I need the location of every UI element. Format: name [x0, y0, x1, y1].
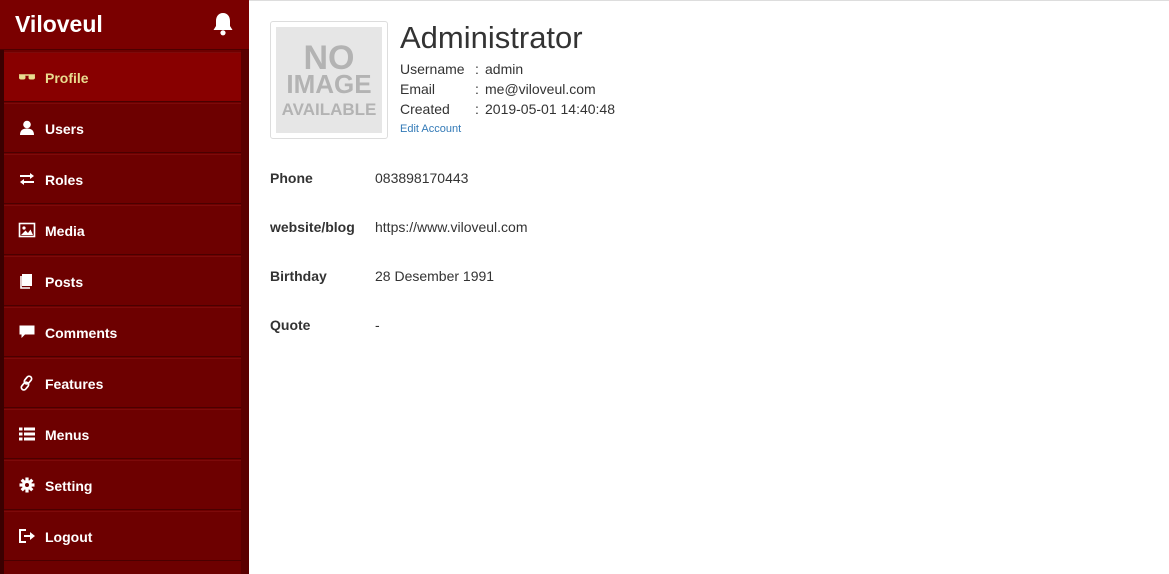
brand-bar: Viloveul	[0, 0, 249, 50]
sidebar-item-posts[interactable]: Posts	[4, 256, 241, 306]
meta-label: Created	[400, 101, 450, 117]
user-icon	[18, 120, 36, 136]
sidebar-item-label: Setting	[45, 478, 93, 494]
meta-separator: :	[475, 61, 479, 77]
image-icon	[18, 222, 36, 238]
book-icon	[18, 273, 36, 289]
avatar-text-line-2: IMAGE	[286, 69, 371, 99]
comment-icon	[18, 324, 36, 340]
sidebar-menu: Profile Users Roles Media Posts Comments…	[4, 52, 241, 562]
sidebar-item-label: Comments	[45, 325, 118, 341]
glasses-icon	[18, 69, 36, 85]
meta-label: Email	[400, 81, 436, 97]
logout-icon	[18, 528, 36, 544]
sidebar-item-profile[interactable]: Profile	[4, 52, 241, 102]
sidebar-item-label: Posts	[45, 274, 84, 290]
detail-label: Birthday	[270, 268, 327, 284]
sidebar: Viloveul Profile Users Roles Media Posts…	[0, 0, 249, 574]
meta-label: Username	[400, 61, 465, 77]
gear-icon	[18, 477, 36, 493]
bell-icon[interactable]	[211, 11, 235, 37]
edit-account-link[interactable]: Edit Account	[400, 122, 461, 136]
detail-value: 28 Desember 1991	[375, 268, 495, 284]
sidebar-item-media[interactable]: Media	[4, 205, 241, 255]
sidebar-item-label: Logout	[45, 529, 93, 545]
detail-label: Quote	[270, 317, 311, 333]
detail-value: -	[375, 317, 380, 333]
detail-value: https://www.viloveul.com	[375, 219, 528, 235]
sidebar-item-label: Features	[45, 376, 104, 392]
list-icon	[18, 426, 36, 442]
sidebar-item-features[interactable]: Features	[4, 358, 241, 408]
sidebar-item-logout[interactable]: Logout	[4, 511, 241, 561]
avatar-placeholder-image: NO IMAGE AVAILABLE	[276, 27, 382, 133]
page-title: Administrator	[400, 20, 583, 55]
sidebar-item-roles[interactable]: Roles	[4, 154, 241, 204]
app-root: Viloveul Profile Users Roles Media Posts…	[0, 0, 1169, 574]
link-icon	[18, 375, 36, 391]
meta-separator: :	[475, 101, 479, 117]
sidebar-right-edge	[241, 0, 249, 574]
sidebar-item-label: Menus	[45, 427, 90, 443]
detail-label: Phone	[270, 170, 313, 186]
sidebar-item-label: Profile	[45, 70, 89, 86]
sidebar-item-users[interactable]: Users	[4, 103, 241, 153]
sidebar-item-label: Roles	[45, 172, 84, 188]
meta-value: 2019-05-01 14:40:48	[485, 101, 615, 117]
top-border	[249, 0, 1169, 1]
avatar: NO IMAGE AVAILABLE	[270, 21, 388, 139]
sidebar-item-comments[interactable]: Comments	[4, 307, 241, 357]
avatar-text-line-3: AVAILABLE	[282, 100, 377, 119]
meta-separator: :	[475, 81, 479, 97]
brand-title[interactable]: Viloveul	[15, 10, 103, 38]
meta-value: admin	[485, 61, 524, 77]
exchange-icon	[18, 171, 36, 187]
detail-value: 083898170443	[375, 170, 469, 186]
detail-label: website/blog	[270, 219, 355, 235]
sidebar-item-menus[interactable]: Menus	[4, 409, 241, 459]
meta-value: me@viloveul.com	[485, 81, 596, 97]
sidebar-item-setting[interactable]: Setting	[4, 460, 241, 510]
sidebar-item-label: Media	[45, 223, 85, 239]
sidebar-item-label: Users	[45, 121, 84, 137]
